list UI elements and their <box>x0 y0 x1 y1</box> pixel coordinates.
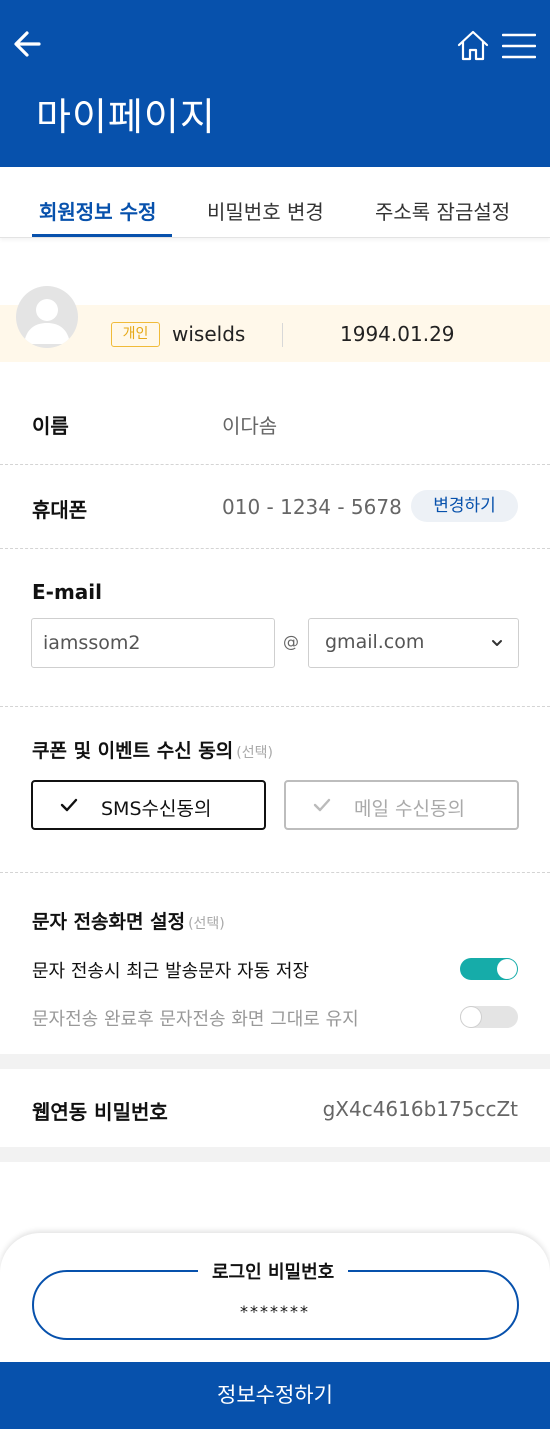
sms-consent-button[interactable]: SMS수신동의 <box>31 780 266 830</box>
divider <box>0 464 550 465</box>
home-icon[interactable] <box>456 28 490 62</box>
sms-consent-label: SMS수신동의 <box>101 798 212 820</box>
divider <box>0 706 550 707</box>
section-divider <box>0 1054 550 1069</box>
keep-screen-toggle[interactable] <box>460 1006 518 1028</box>
avatar <box>16 286 78 348</box>
user-silhouette-icon <box>24 299 70 344</box>
divider <box>0 548 550 549</box>
name-label: 이름 <box>32 414 69 438</box>
phone-label: 휴대폰 <box>32 498 88 522</box>
mail-consent-button[interactable]: 메일 수신동의 <box>284 780 519 830</box>
keep-screen-label: 문자전송 완료후 문자전송 화면 그대로 유지 <box>32 1009 359 1030</box>
name-value: 이다솜 <box>222 414 278 438</box>
email-domain-value: gmail.com <box>325 631 425 653</box>
web-password-label: 웹연동 비밀번호 <box>32 1100 168 1124</box>
change-phone-button[interactable]: 변경하기 <box>411 490 518 522</box>
app-header: 마이페이지 <box>0 0 550 167</box>
consent-section-title: 쿠폰 및 이벤트 수신 동의 (선택) <box>32 736 273 763</box>
member-type-badge: 개인 <box>111 322 160 347</box>
consent-title-text: 쿠폰 및 이벤트 수신 동의 <box>32 740 234 762</box>
toggle-knob <box>497 959 517 979</box>
tab-address-lock[interactable]: 주소록 잠금설정 <box>375 196 510 225</box>
login-password-value: ******* <box>240 1302 310 1321</box>
email-label: E-mail <box>32 580 103 604</box>
email-domain-select[interactable]: gmail.com <box>308 618 519 668</box>
optional-tag: (선택) <box>236 745 273 761</box>
optional-tag: (선택) <box>188 916 225 932</box>
profile-summary <box>0 305 550 362</box>
chevron-down-icon <box>492 640 502 646</box>
toggle-knob <box>461 1007 481 1027</box>
web-password-value: gX4c4616b175ccZt <box>322 1097 518 1121</box>
section-divider <box>0 1147 550 1162</box>
login-password-label: 로그인 비밀번호 <box>198 1258 349 1284</box>
at-sign: @ <box>283 632 299 651</box>
submit-button[interactable]: 정보수정하기 <box>0 1362 550 1429</box>
divider <box>0 872 550 873</box>
auto-save-toggle[interactable] <box>460 958 518 980</box>
arrow-left-icon[interactable] <box>12 28 42 60</box>
birth-date: 1994.01.29 <box>340 322 455 346</box>
email-local-input[interactable] <box>31 618 275 668</box>
tab-member-info[interactable]: 회원정보 수정 <box>39 196 156 225</box>
user-id: wiselds <box>172 322 246 346</box>
active-tab-indicator <box>32 234 172 237</box>
page-title: 마이페이지 <box>36 95 216 139</box>
hamburger-menu-icon[interactable] <box>502 32 536 60</box>
auto-save-label: 문자 전송시 최근 발송문자 자동 저장 <box>32 961 310 982</box>
tab-change-password[interactable]: 비밀번호 변경 <box>207 196 324 225</box>
check-icon <box>60 798 78 812</box>
sms-settings-title-text: 문자 전송화면 설정 <box>32 911 186 933</box>
divider <box>282 323 283 347</box>
sms-settings-title: 문자 전송화면 설정 (선택) <box>32 907 225 934</box>
phone-value: 010 - 1234 - 5678 <box>222 495 402 519</box>
check-icon <box>313 798 331 812</box>
mail-consent-label: 메일 수신동의 <box>354 798 465 820</box>
tab-bar: 회원정보 수정 비밀번호 변경 주소록 잠금설정 <box>0 167 550 238</box>
